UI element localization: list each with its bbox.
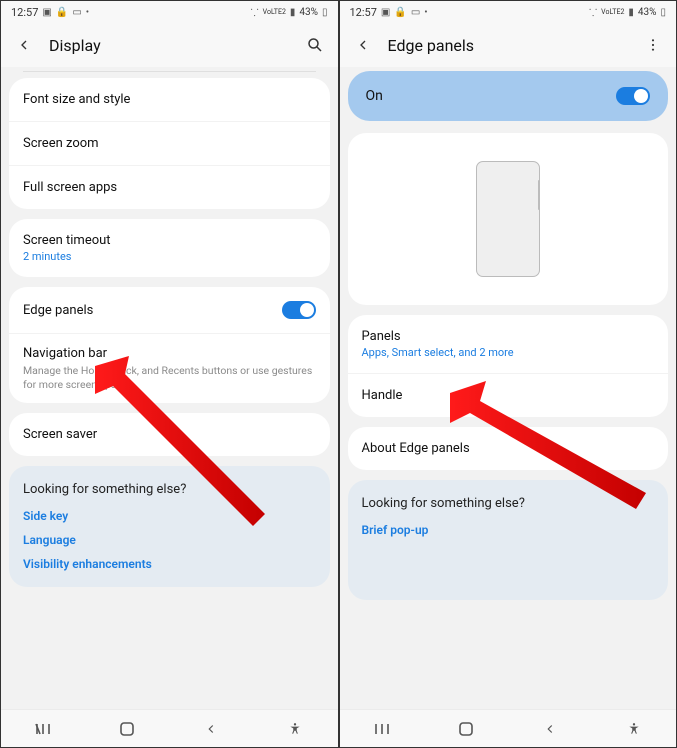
- status-time: 12:57: [350, 6, 377, 19]
- accessibility-button[interactable]: [283, 717, 307, 741]
- screen-edge-panels: 12:57 ▣ 🔒 ▭ • ⸪ VoLTE2 ▮ 43% ▯ Edge pane…: [339, 0, 677, 748]
- signal-icon: ▮: [628, 7, 634, 18]
- wifi-icon: ⸪: [589, 5, 597, 19]
- net-label: VoLTE2: [263, 9, 286, 16]
- toggle-edge-panels[interactable]: [282, 301, 316, 319]
- row-fullscreen-apps[interactable]: Full screen apps: [9, 165, 330, 209]
- screen-display: 12:57 ▣ 🔒 ▭ • ⸪ VoLTE2 ▮ 43% ▯ Display F…: [0, 0, 339, 748]
- sub-panels: Apps, Smart select, and 2 more: [362, 346, 655, 359]
- page-title: Display: [49, 36, 304, 55]
- dot-icon: •: [86, 7, 89, 18]
- wifi-icon: ⸪: [250, 5, 258, 19]
- shop-icon: ▣: [381, 7, 390, 18]
- label-nav: Navigation bar: [23, 346, 107, 361]
- back-button[interactable]: [352, 34, 374, 56]
- row-handle[interactable]: Handle: [348, 373, 669, 417]
- content-display: Font size and style Screen zoom Full scr…: [1, 67, 338, 709]
- battery-icon: ▯: [322, 7, 328, 18]
- row-navigation-bar[interactable]: Navigation bar Manage the Home, Back, an…: [9, 333, 330, 403]
- label-timeout: Screen timeout: [23, 233, 111, 248]
- preview-card: [348, 133, 669, 305]
- card-font-zoom-fullscreen: Font size and style Screen zoom Full scr…: [9, 78, 330, 209]
- label-zoom: Screen zoom: [23, 136, 99, 151]
- navbar: [1, 709, 338, 747]
- suggest-title: Looking for something else?: [23, 482, 316, 497]
- battery-pct: 43%: [299, 7, 318, 18]
- back-button[interactable]: [13, 34, 35, 56]
- lock-icon: 🔒: [56, 7, 68, 18]
- label-font: Font size and style: [23, 92, 130, 107]
- label-handle: Handle: [362, 388, 403, 403]
- recents-button[interactable]: [370, 717, 394, 741]
- suggest-title: Looking for something else?: [362, 496, 655, 511]
- card-panels-handle: Panels Apps, Smart select, and 2 more Ha…: [348, 315, 669, 417]
- row-screen-zoom[interactable]: Screen zoom: [9, 121, 330, 165]
- link-brief-popup[interactable]: Brief pop-up: [362, 523, 655, 537]
- card-screensaver: Screen saver: [9, 413, 330, 456]
- back-nav-button[interactable]: [538, 717, 562, 741]
- recents-button[interactable]: [31, 717, 55, 741]
- card-timeout: Screen timeout 2 minutes: [9, 219, 330, 277]
- master-label: On: [366, 88, 383, 104]
- home-button[interactable]: [454, 717, 478, 741]
- device-preview: [476, 161, 540, 277]
- sub-timeout: 2 minutes: [23, 250, 316, 263]
- chat-icon: ▭: [411, 7, 420, 18]
- statusbar: 12:57 ▣ 🔒 ▭ • ⸪ VoLTE2 ▮ 43% ▯: [340, 1, 677, 23]
- row-screen-saver[interactable]: Screen saver: [9, 413, 330, 456]
- card-about: About Edge panels: [348, 427, 669, 470]
- search-button[interactable]: [304, 34, 326, 56]
- content-edge: On Panels Apps, Smart select, and 2 more…: [340, 67, 677, 709]
- label-edge-panels: Edge panels: [23, 303, 93, 318]
- accessibility-button[interactable]: [622, 717, 646, 741]
- label-panels: Panels: [362, 329, 401, 344]
- signal-icon: ▮: [290, 7, 296, 18]
- net-label: VoLTE2: [601, 9, 624, 16]
- row-screen-timeout[interactable]: Screen timeout 2 minutes: [9, 219, 330, 277]
- statusbar: 12:57 ▣ 🔒 ▭ • ⸪ VoLTE2 ▮ 43% ▯: [1, 1, 338, 23]
- home-button[interactable]: [115, 717, 139, 741]
- lock-icon: 🔒: [394, 7, 406, 18]
- master-toggle-row[interactable]: On: [348, 71, 669, 121]
- suggest-block: Looking for something else? Brief pop-up: [348, 480, 669, 600]
- back-nav-button[interactable]: [199, 717, 223, 741]
- shop-icon: ▣: [42, 7, 51, 18]
- battery-icon: ▯: [660, 7, 666, 18]
- more-button[interactable]: [642, 34, 664, 56]
- row-about-edge[interactable]: About Edge panels: [348, 427, 669, 470]
- link-visibility[interactable]: Visibility enhancements: [23, 557, 316, 571]
- label-saver: Screen saver: [23, 427, 97, 442]
- link-side-key[interactable]: Side key: [23, 509, 316, 523]
- chat-icon: ▭: [72, 7, 81, 18]
- header-edge: Edge panels: [340, 23, 677, 67]
- toggle-edge-master[interactable]: [616, 87, 650, 105]
- row-edge-panels[interactable]: Edge panels: [9, 287, 330, 333]
- status-time: 12:57: [11, 6, 38, 19]
- dot-icon: •: [424, 7, 427, 18]
- row-panels[interactable]: Panels Apps, Smart select, and 2 more: [348, 315, 669, 373]
- page-title: Edge panels: [388, 36, 643, 55]
- label-about: About Edge panels: [362, 441, 470, 456]
- link-language[interactable]: Language: [23, 533, 316, 547]
- battery-pct: 43%: [638, 7, 657, 18]
- label-fullscreen: Full screen apps: [23, 180, 117, 195]
- header-display: Display: [1, 23, 338, 67]
- suggest-block: Looking for something else? Side key Lan…: [9, 466, 330, 587]
- card-edge-nav: Edge panels Navigation bar Manage the Ho…: [9, 287, 330, 403]
- row-font-size[interactable]: Font size and style: [9, 78, 330, 121]
- navbar: [340, 709, 677, 747]
- desc-nav: Manage the Home, Back, and Recents butto…: [23, 364, 316, 391]
